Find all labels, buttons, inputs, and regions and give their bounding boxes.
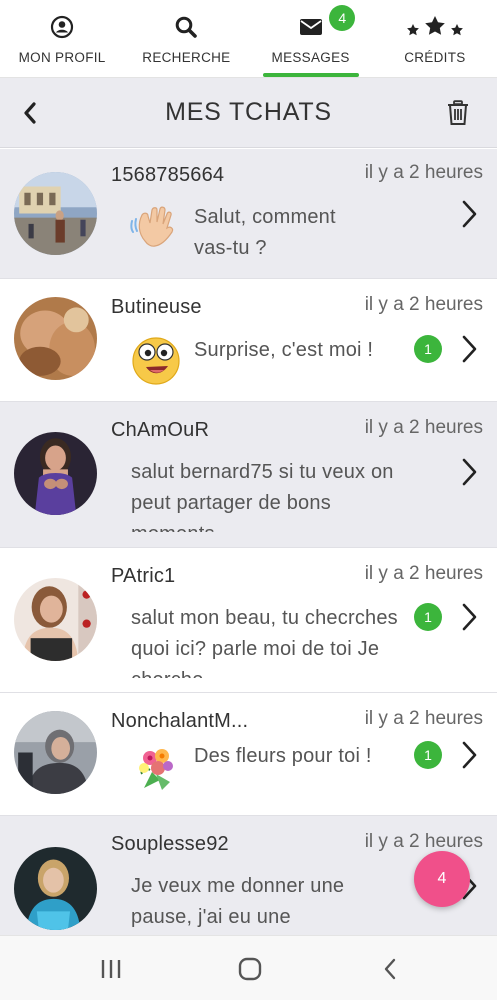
- system-navigation-bar: [0, 935, 497, 1000]
- chat-list: 1568785664 il y a 2 heures Salut, commen…: [0, 149, 497, 935]
- active-tab-indicator: [262, 73, 359, 77]
- chevron-right-icon: [462, 200, 477, 228]
- messages-count-badge: 4: [329, 5, 356, 31]
- nav-credits[interactable]: CRÉDITS: [373, 0, 497, 77]
- unread-badge: 1: [414, 335, 442, 363]
- avatar: [14, 432, 97, 515]
- avatar: [14, 297, 97, 380]
- chat-message-preview: Surprise, c'est moi !: [194, 339, 374, 361]
- nav-my-profile[interactable]: MON PROFIL: [0, 0, 124, 77]
- bouquet-emoji: [130, 742, 182, 794]
- avatar: [14, 578, 97, 661]
- chat-time: il y a 2 heures: [364, 831, 483, 852]
- back-icon[interactable]: [373, 952, 407, 986]
- search-icon: [174, 14, 198, 40]
- nav-label: RECHERCHE: [142, 50, 231, 65]
- recent-apps-icon[interactable]: [94, 952, 128, 986]
- avatar: [14, 172, 97, 255]
- avatar: [14, 847, 97, 930]
- envelope-icon: [299, 14, 323, 40]
- nav-messages[interactable]: 4 MESSAGES: [249, 0, 373, 77]
- nav-label: MON PROFIL: [18, 50, 106, 65]
- notifications-fab[interactable]: 4: [414, 851, 470, 907]
- nav-search[interactable]: RECHERCHE: [124, 0, 248, 77]
- trash-icon: [448, 100, 468, 125]
- chat-row[interactable]: ChAmOuR il y a 2 heures salut bernard75 …: [0, 402, 497, 548]
- home-icon[interactable]: [233, 952, 267, 986]
- chat-row[interactable]: Butineuse il y a 2 heures Surprise, c'es…: [0, 279, 497, 402]
- chat-name: Souplesse92: [111, 833, 229, 855]
- chat-time: il y a 2 heures: [364, 294, 483, 315]
- chat-message-preview: Salut, comment vas-tu ?: [194, 206, 336, 259]
- user-circle-icon: [50, 14, 74, 40]
- page-header: MES TCHATS: [0, 78, 497, 148]
- chat-time: il y a 2 heures: [364, 708, 483, 729]
- chat-time: il y a 2 heures: [364, 162, 483, 183]
- chevron-left-icon: [24, 102, 36, 124]
- chat-message-preview: salut mon beau, tu checrches quoi ici? p…: [131, 607, 398, 678]
- chevron-right-icon: [462, 335, 477, 363]
- unread-badge: 1: [414, 741, 442, 769]
- surprised-face-emoji: [130, 334, 182, 386]
- chat-name: ChAmOuR: [111, 419, 210, 441]
- unread-badge: 1: [414, 603, 442, 631]
- chat-message-preview: Des fleurs pour toi !: [194, 745, 372, 767]
- chat-message-preview: Je veux me donner une pause, j'ai eu une: [131, 875, 345, 928]
- page-title: MES TCHATS: [165, 98, 332, 126]
- chat-row[interactable]: 1568785664 il y a 2 heures Salut, commen…: [0, 149, 497, 279]
- chat-row[interactable]: NonchalantM... il y a 2 heures Des fleur…: [0, 693, 497, 816]
- chat-message-preview: salut bernard75 si tu veux on peut parta…: [131, 461, 394, 532]
- chat-name: Butineuse: [111, 296, 202, 318]
- top-navigation: MON PROFIL RECHERCHE 4 MESSAGES CRÉDITS: [0, 0, 497, 78]
- delete-button[interactable]: [443, 97, 473, 129]
- waving-hand-emoji: [130, 201, 182, 253]
- nav-label: MESSAGES: [271, 50, 350, 65]
- chat-name: NonchalantM...: [111, 710, 249, 732]
- chat-row[interactable]: PAtric1 il y a 2 heures salut mon beau, …: [0, 548, 497, 693]
- chat-name: 1568785664: [111, 164, 225, 186]
- chevron-right-icon: [462, 741, 477, 769]
- chat-time: il y a 2 heures: [364, 563, 483, 584]
- chevron-right-icon: [462, 603, 477, 631]
- stars-icon: [405, 14, 465, 40]
- nav-label: CRÉDITS: [404, 50, 466, 65]
- chevron-right-icon: [462, 458, 477, 486]
- avatar: [14, 711, 97, 794]
- chat-time: il y a 2 heures: [364, 417, 483, 438]
- back-button[interactable]: [12, 95, 48, 131]
- chat-name: PAtric1: [111, 565, 176, 587]
